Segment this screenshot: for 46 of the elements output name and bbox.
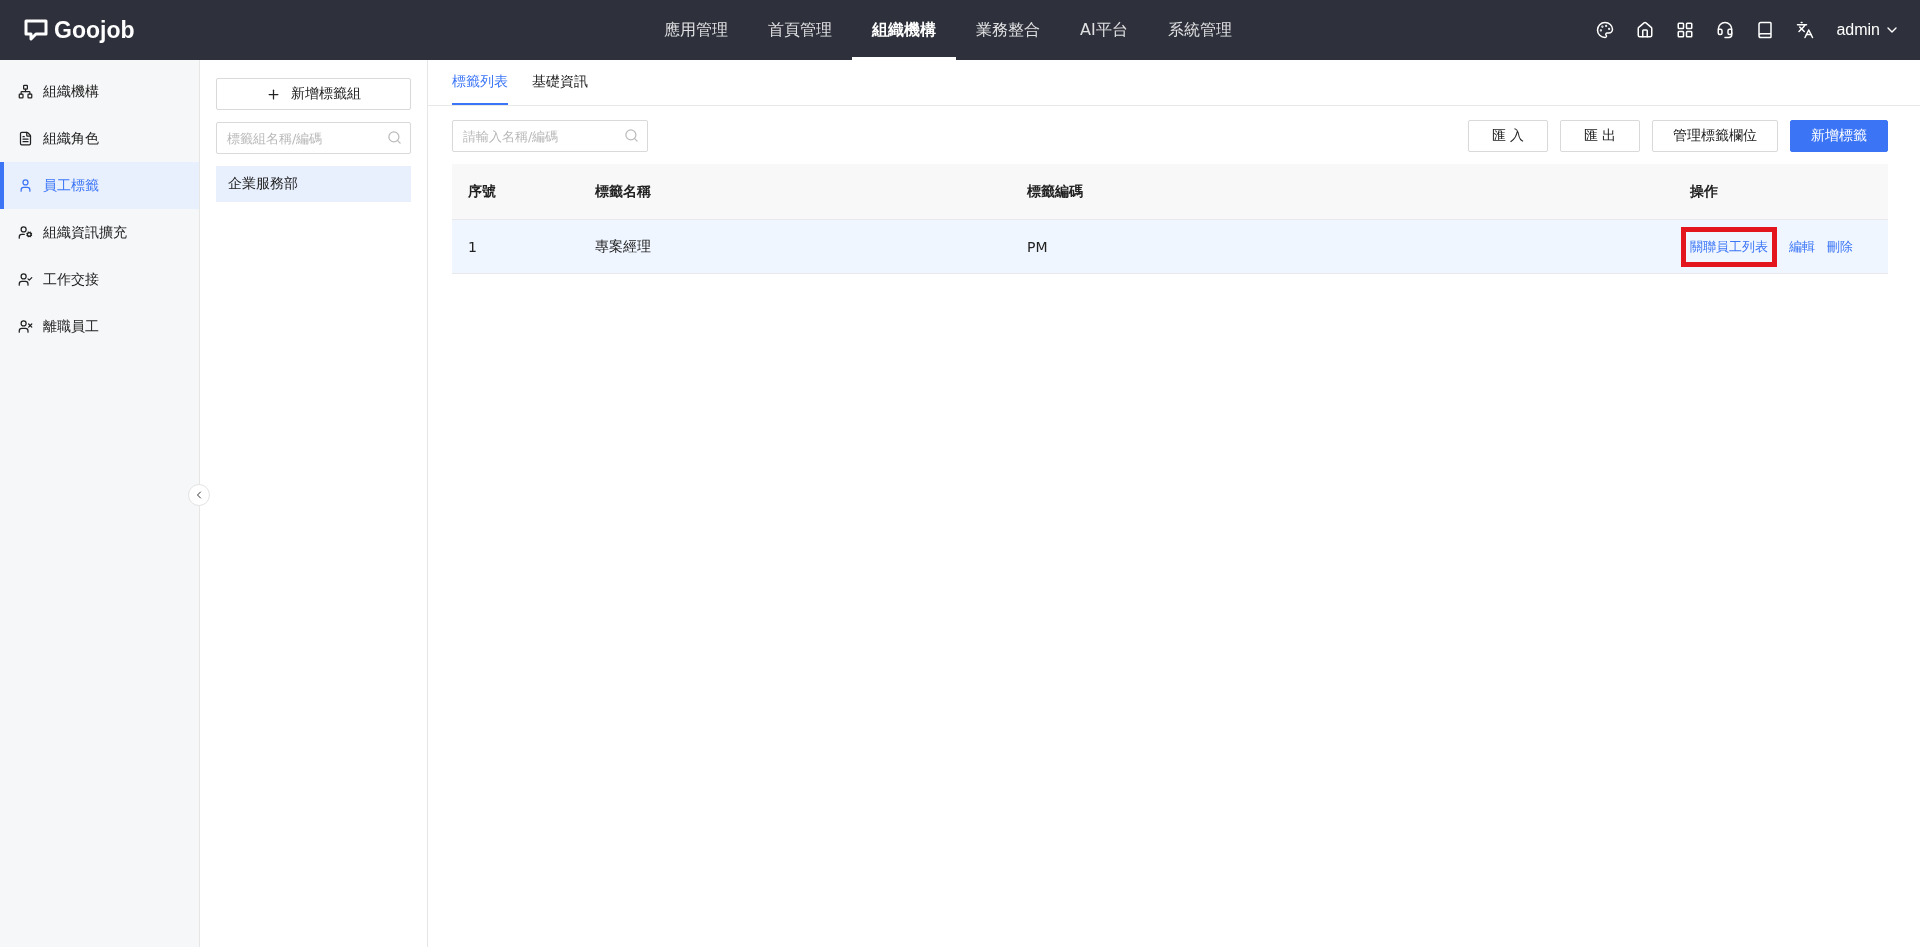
column-header: 標籤編碼 [1026,182,1084,201]
column-header: 操作 [1689,182,1719,201]
sidebar-item[interactable]: 員工標籤 [0,162,199,209]
logo-icon [24,19,48,41]
add-group-button[interactable]: 新增標籤組 [216,78,411,110]
primary-button[interactable]: 新增標籤 [1790,120,1888,152]
sidebar-item[interactable]: 離職員工 [0,303,199,350]
search-field[interactable]: 請輸入名稱/編碼 [452,120,648,152]
search-icon [387,130,402,145]
action-link[interactable]: 關聯員工列表 [1681,226,1777,267]
user-menu[interactable]: admin [1836,21,1900,39]
table-row[interactable]: 1 專案經理 PM 關聯員工列表 編輯 刪除 [452,220,1888,274]
palette-icon[interactable] [1596,21,1615,39]
action-link[interactable]: 刪除 [1827,237,1853,256]
nav-tab[interactable]: 系統管理 [1147,0,1252,60]
search-icon [624,128,639,143]
column-header: 標籤名稱 [594,182,652,201]
table-cell-text: 專案經理 [594,237,652,256]
nav-tab[interactable]: 組織機構 [852,0,956,60]
nav-tab[interactable]: 業務整合 [956,0,1060,60]
table-cell-text: 1 [467,238,478,255]
collapse-button[interactable] [188,484,210,506]
tab[interactable]: 標籤列表 [452,73,508,105]
home-icon[interactable] [1636,21,1655,39]
nav-tab[interactable]: 應用管理 [644,0,748,60]
sidebar-item[interactable]: 組織資訊擴充 [0,209,199,256]
toolbar-button[interactable]: 匯 出 [1560,120,1640,152]
grid-icon[interactable] [1676,21,1695,39]
sidebar-item[interactable]: 工作交接 [0,256,199,303]
sidebar-item[interactable]: 組織角色 [0,115,199,162]
table-cell-text: PM [1026,238,1049,255]
logo: Goojob [54,16,135,44]
book-icon[interactable] [1756,21,1775,39]
sidebar-item[interactable]: 組織機構 [0,68,199,115]
action-link[interactable]: 編輯 [1789,237,1815,256]
tab[interactable]: 基礎資訊 [532,73,588,105]
column-header: 序號 [467,182,497,201]
plus-icon [266,86,281,102]
language-icon[interactable] [1796,21,1815,39]
toolbar-button[interactable]: 匯 入 [1468,120,1548,152]
nav-tab[interactable]: 首頁管理 [748,0,852,60]
headset-icon[interactable] [1716,21,1735,39]
toolbar-button[interactable]: 管理標籤欄位 [1652,120,1778,152]
group-search-field[interactable]: 標籤組名稱/編碼 [216,122,411,154]
group-item[interactable]: 企業服務部 [216,166,411,202]
nav-tab[interactable]: AI平台 [1060,0,1148,60]
